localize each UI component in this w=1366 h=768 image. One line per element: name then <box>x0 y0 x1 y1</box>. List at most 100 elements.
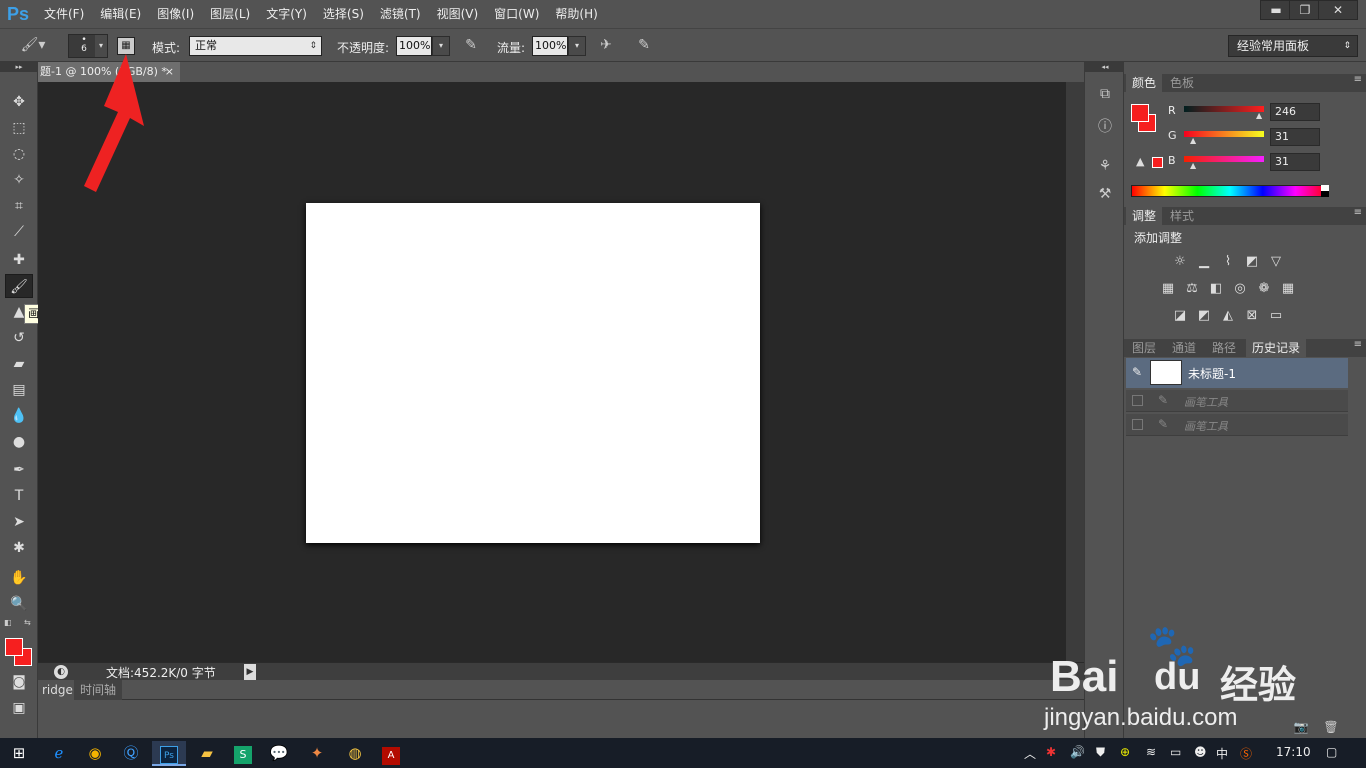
browser-q-icon[interactable]: Ⓠ <box>114 741 148 766</box>
layer-comps-icon[interactable]: ⧉ <box>1093 86 1117 102</box>
flow-input[interactable]: 100% <box>532 36 568 56</box>
security-tray-icon[interactable]: ⛊ <box>1096 745 1105 760</box>
r-slider[interactable] <box>1184 106 1264 112</box>
crop-tool-icon[interactable]: ⌗ <box>5 194 33 218</box>
wifi-icon[interactable]: ≋ <box>1146 745 1156 759</box>
antivirus-tray-icon[interactable]: ✱ <box>1046 745 1056 759</box>
move-tool-icon[interactable]: ✥ <box>5 90 33 114</box>
photo-filter-icon[interactable]: ◎ <box>1232 282 1248 296</box>
panel-menu-icon[interactable]: ≡ <box>1354 74 1362 85</box>
status-menu-arrow-icon[interactable]: ▶ <box>244 664 256 680</box>
menu-image[interactable]: 图像(I) <box>149 0 202 28</box>
clock[interactable]: 17:10 <box>1276 745 1311 759</box>
quick-mask-icon[interactable]: ◙ <box>5 670 33 694</box>
menu-filter[interactable]: 滤镜(T) <box>372 0 429 28</box>
tab-layers[interactable]: 图层 <box>1126 339 1162 357</box>
gradient-map-icon[interactable]: ▭ <box>1268 309 1284 323</box>
black-white-icon[interactable]: ◧ <box>1208 282 1224 296</box>
color-spectrum-ramp[interactable] <box>1131 185 1329 197</box>
shape-tool-icon[interactable]: ✱ <box>5 536 33 560</box>
workspace-switcher[interactable]: 经验常用面板 ⇕ <box>1228 35 1358 57</box>
pressure-size-icon[interactable]: ✎ <box>634 37 654 53</box>
close-icon[interactable]: × <box>165 62 174 82</box>
invert-icon[interactable]: ◪ <box>1172 309 1188 323</box>
ie-browser-icon[interactable]: ℯ <box>42 741 76 766</box>
volume-icon[interactable]: 🔊 <box>1070 745 1085 759</box>
windows-start-icon[interactable]: ⊞ <box>2 741 36 766</box>
menu-view[interactable]: 视图(V) <box>429 0 487 28</box>
foreground-color-swatch[interactable] <box>5 638 23 656</box>
notification-icon[interactable]: ▢ <box>1326 745 1337 759</box>
qq-tray-icon[interactable]: ☻ <box>1194 745 1207 759</box>
brightness-contrast-icon[interactable]: ☼ <box>1172 255 1188 269</box>
channel-mixer-icon[interactable]: ❁ <box>1256 282 1272 296</box>
close-button[interactable]: ✕ <box>1318 0 1358 20</box>
history-source-checkbox[interactable] <box>1132 395 1143 406</box>
dodge-tool-icon[interactable]: ● <box>5 430 33 454</box>
canvas-area[interactable] <box>38 82 1066 662</box>
blur-tool-icon[interactable]: 💧 <box>5 404 33 428</box>
menu-window[interactable]: 窗口(W) <box>486 0 547 28</box>
tab-timeline[interactable]: 时间轴 <box>74 680 123 700</box>
info-icon[interactable]: ⓘ <box>1093 116 1117 136</box>
menu-layer[interactable]: 图层(L) <box>202 0 258 28</box>
gamut-swatch[interactable] <box>1152 157 1163 168</box>
chrome-icon[interactable]: ◉ <box>78 741 112 766</box>
menu-type[interactable]: 文字(Y) <box>258 0 315 28</box>
default-colors-icon[interactable]: ◧ <box>4 618 14 628</box>
b-input[interactable]: 31 <box>1270 153 1320 171</box>
history-state-row[interactable]: ✎ 画笔工具 <box>1126 414 1348 436</box>
panel-menu-icon[interactable]: ≡ <box>1354 339 1362 350</box>
photoshop-taskbar-icon[interactable]: Ps <box>152 741 186 766</box>
hand-tool-icon[interactable]: ✋ <box>5 566 33 590</box>
file-explorer-icon[interactable]: ▰ <box>190 741 224 766</box>
menu-help[interactable]: 帮助(H) <box>547 0 605 28</box>
history-brush-source-icon[interactable]: ✎ <box>1132 365 1142 379</box>
tray-expand-icon[interactable]: ︿ <box>1024 745 1036 762</box>
lasso-tool-icon[interactable]: ◌ <box>5 142 33 166</box>
panel-menu-icon[interactable]: ≡ <box>1354 207 1362 218</box>
document-canvas[interactable] <box>306 203 760 543</box>
curves-icon[interactable]: ⌇ <box>1220 255 1236 269</box>
levels-icon[interactable]: ▁ <box>1196 255 1212 269</box>
wps-sheet-icon[interactable]: S <box>226 741 260 766</box>
opacity-input[interactable]: 100% <box>396 36 432 56</box>
tab-paths[interactable]: 路径 <box>1206 339 1242 357</box>
b-slider-thumb[interactable]: ▲ <box>1190 161 1196 170</box>
screen-mode-icon[interactable]: ▣ <box>5 696 33 720</box>
minimize-button[interactable]: ▬ <box>1260 0 1292 20</box>
tab-styles[interactable]: 样式 <box>1164 207 1200 225</box>
plus-tray-icon[interactable]: ⊕ <box>1120 745 1130 759</box>
maximize-button[interactable]: ❐ <box>1289 0 1321 20</box>
flow-dropdown-button[interactable]: ▾ <box>568 36 586 56</box>
type-tool-icon[interactable]: T <box>5 484 33 508</box>
eraser-tool-icon[interactable]: ▰ <box>5 352 33 376</box>
tab-swatches[interactable]: 色板 <box>1164 74 1200 92</box>
threshold-icon[interactable]: ◭ <box>1220 309 1236 323</box>
tab-channels[interactable]: 通道 <box>1166 339 1202 357</box>
menu-edit[interactable]: 编辑(E) <box>92 0 149 28</box>
wechat-icon[interactable]: 💬 <box>262 741 296 766</box>
r-slider-thumb[interactable]: ▲ <box>1256 111 1262 120</box>
brush-tool-icon[interactable]: 🖌 <box>5 274 33 298</box>
app-puzzle-icon[interactable]: ✦ <box>300 741 334 766</box>
expand-icon[interactable]: ◂◂ <box>1085 62 1125 72</box>
quick-select-tool-icon[interactable]: ✧ <box>5 168 33 192</box>
color-balance-icon[interactable]: ⚖ <box>1184 282 1200 296</box>
ime-indicator[interactable]: 中 <box>1216 745 1228 762</box>
history-snapshot-row[interactable]: ✎ 未标题-1 <box>1126 358 1348 388</box>
network-tray-icon[interactable]: ▭ <box>1170 745 1181 759</box>
tab-color[interactable]: 颜色 <box>1126 74 1163 92</box>
brush-preset-icon[interactable]: 🖌▾ <box>18 37 48 53</box>
vibrance-icon[interactable]: ▽ <box>1268 255 1284 269</box>
app-compass-icon[interactable]: ◍ <box>338 741 372 766</box>
color-panel-fg-swatch[interactable] <box>1131 104 1149 122</box>
color-lookup-icon[interactable]: ▦ <box>1280 282 1296 296</box>
r-input[interactable]: 246 <box>1270 103 1320 121</box>
posterize-icon[interactable]: ◩ <box>1196 309 1212 323</box>
path-select-tool-icon[interactable]: ➤ <box>5 510 33 534</box>
pen-tool-icon[interactable]: ✒ <box>5 458 33 482</box>
g-slider-thumb[interactable]: ▲ <box>1190 136 1196 145</box>
menu-select[interactable]: 选择(S) <box>315 0 372 28</box>
g-input[interactable]: 31 <box>1270 128 1320 146</box>
